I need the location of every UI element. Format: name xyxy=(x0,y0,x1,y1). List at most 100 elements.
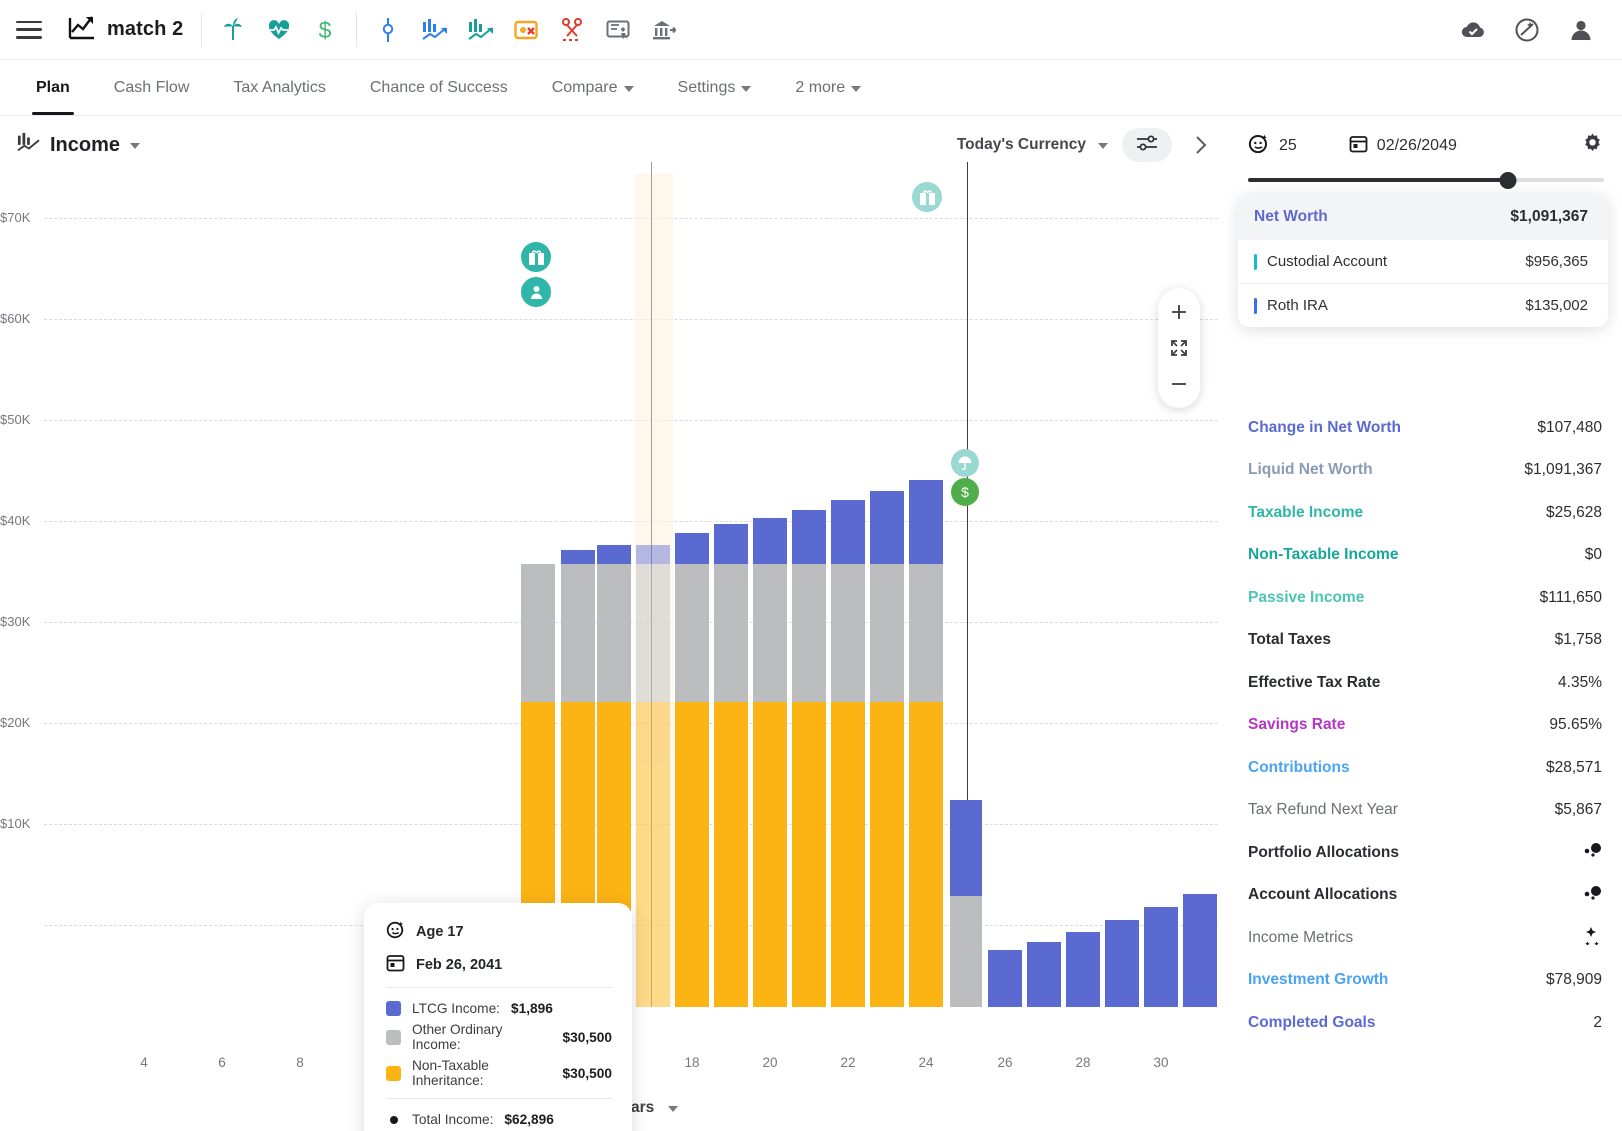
bar-age-27[interactable] xyxy=(1027,942,1061,1007)
event-marker-umbrella-age25[interactable] xyxy=(951,449,979,477)
metric-row-completed-goals[interactable]: Completed Goals 2 xyxy=(1248,1002,1602,1045)
tooltip-age-row: Age 17 xyxy=(386,920,612,944)
bubble-allocation-icon[interactable] xyxy=(1580,841,1602,864)
slider-handle[interactable] xyxy=(1499,172,1516,189)
chart-zoom-controls xyxy=(1158,288,1200,408)
bar-segment-ltcg xyxy=(792,510,826,564)
sidebar-date[interactable]: 02/26/2049 xyxy=(1349,134,1457,158)
timeline-slider[interactable] xyxy=(1248,172,1604,188)
metric-row-taxable-income[interactable]: Taxable Income $25,628 xyxy=(1248,492,1602,535)
bar-age-23[interactable] xyxy=(870,491,904,1007)
bar-chart-up-green-icon[interactable] xyxy=(467,17,493,43)
x-tick-label: 8 xyxy=(296,1055,304,1070)
bar-age-26[interactable] xyxy=(988,950,1022,1007)
sidebar-age-value: 25 xyxy=(1279,137,1297,155)
bar-segment-ltcg xyxy=(675,533,709,564)
bubble-allocation-icon[interactable] xyxy=(1580,884,1602,907)
event-marker-dollar-age25[interactable]: $ xyxy=(951,478,979,506)
metric-row-account-allocations[interactable]: Account Allocations xyxy=(1248,874,1602,917)
chart-filter-button[interactable] xyxy=(1122,128,1172,162)
tab-tax-analytics[interactable]: Tax Analytics xyxy=(211,60,347,115)
tab-compare[interactable]: Compare xyxy=(530,60,656,115)
tab-plan[interactable]: Plan xyxy=(14,60,92,115)
metric-row-non-taxable-income[interactable]: Non-Taxable Income $0 xyxy=(1248,534,1602,577)
zoom-out-button[interactable] xyxy=(1158,366,1200,402)
bar-age-21[interactable] xyxy=(792,510,826,1007)
metric-row-investment-growth[interactable]: Investment Growth $78,909 xyxy=(1248,959,1602,1002)
event-marker-gift-age14[interactable] xyxy=(521,242,551,272)
user-account-icon[interactable] xyxy=(1568,17,1594,43)
heartbeat-icon[interactable] xyxy=(266,17,292,43)
account-color-tick xyxy=(1254,298,1257,314)
bar-age-24[interactable] xyxy=(909,480,943,1007)
metric-row-change-in-net-worth[interactable]: Change in Net Worth $107,480 xyxy=(1248,407,1602,450)
x-tick-label: 20 xyxy=(762,1055,777,1070)
cloud-check-icon[interactable] xyxy=(1460,17,1486,43)
palm-tree-icon[interactable] xyxy=(220,17,246,43)
metric-row-income-metrics[interactable]: Income Metrics xyxy=(1248,917,1602,960)
topbar-right-actions xyxy=(1460,17,1594,43)
chevron-down-icon xyxy=(130,143,140,149)
currency-selector[interactable]: Today's Currency xyxy=(957,136,1108,154)
bar-age-19[interactable] xyxy=(714,524,748,1007)
magic-wand-icon[interactable] xyxy=(1514,17,1540,43)
account-row-custodial[interactable]: Custodial Account $956,365 xyxy=(1238,240,1608,283)
bar-age-20[interactable] xyxy=(753,518,787,1007)
bar-segment-ltcg xyxy=(1144,907,1178,1007)
bar-chart-icon xyxy=(16,132,40,159)
event-marker-child-age14[interactable] xyxy=(521,277,551,307)
tab-settings[interactable]: Settings xyxy=(656,60,774,115)
bar-segment-inheritance xyxy=(714,702,748,1007)
gear-icon[interactable] xyxy=(1581,132,1604,160)
net-worth-card: Net Worth $1,091,367 Custodial Account $… xyxy=(1238,194,1608,327)
bar-age-17[interactable] xyxy=(636,545,670,1007)
remove-event-icon[interactable] xyxy=(513,17,539,43)
scissors-icon[interactable] xyxy=(559,17,585,43)
bar-age-29[interactable] xyxy=(1105,920,1139,1007)
bar-age-28[interactable] xyxy=(1066,932,1100,1007)
metric-value: $0 xyxy=(1585,546,1602,564)
metric-row-passive-income[interactable]: Passive Income $111,650 xyxy=(1248,577,1602,620)
line-chart-logo-icon xyxy=(68,14,96,45)
sidebar-age[interactable]: 25 xyxy=(1248,133,1297,159)
metric-row-effective-tax-rate[interactable]: Effective Tax Rate 4.35% xyxy=(1248,662,1602,705)
tab-cash-flow[interactable]: Cash Flow xyxy=(92,60,212,115)
brand: match 2 xyxy=(68,14,183,45)
zoom-in-button[interactable] xyxy=(1158,294,1200,330)
fullscreen-expand-icon[interactable] xyxy=(1158,330,1200,366)
metric-row-portfolio-allocations[interactable]: Portfolio Allocations xyxy=(1248,832,1602,875)
sparkle-metrics-icon[interactable] xyxy=(1580,925,1602,950)
chart-metric-selector[interactable]: Income xyxy=(16,132,140,159)
sliders-icon xyxy=(1136,134,1158,157)
metric-value: $25,628 xyxy=(1546,504,1602,522)
bar-chart-up-blue-icon[interactable] xyxy=(421,17,447,43)
series-label: Other Ordinary Income: xyxy=(412,1022,552,1052)
certificate-icon[interactable] xyxy=(605,17,631,43)
bar-age-31[interactable] xyxy=(1183,894,1217,1007)
chevron-down-icon xyxy=(624,86,634,92)
metric-label: Contributions xyxy=(1248,759,1350,777)
metric-value: $1,091,367 xyxy=(1524,461,1602,479)
tab-more[interactable]: 2 more xyxy=(773,60,883,115)
metric-row-total-taxes[interactable]: Total Taxes $1,758 xyxy=(1248,619,1602,662)
bar-age-30[interactable] xyxy=(1144,907,1178,1007)
chart-next-button[interactable] xyxy=(1186,130,1216,160)
account-row-roth-ira[interactable]: Roth IRA $135,002 xyxy=(1238,283,1608,327)
bar-age-22[interactable] xyxy=(831,500,865,1007)
metric-row-contributions[interactable]: Contributions $28,571 xyxy=(1248,747,1602,790)
bar-age-25[interactable] xyxy=(950,800,982,1007)
bank-transfer-icon[interactable] xyxy=(651,17,677,43)
metric-label: Investment Growth xyxy=(1248,971,1388,989)
hamburger-menu-icon[interactable] xyxy=(16,21,42,39)
metric-row-savings-rate[interactable]: Savings Rate 95.65% xyxy=(1248,704,1602,747)
legend-swatch-ltcg xyxy=(386,1001,401,1016)
net-worth-header[interactable]: Net Worth $1,091,367 xyxy=(1238,194,1608,240)
metric-row-liquid-net-worth[interactable]: Liquid Net Worth $1,091,367 xyxy=(1248,449,1602,492)
metric-row-tax-refund-next-year[interactable]: Tax Refund Next Year $5,867 xyxy=(1248,789,1602,832)
dollar-sign-icon[interactable]: $ xyxy=(312,17,338,43)
tab-chance-of-success[interactable]: Chance of Success xyxy=(348,60,530,115)
bar-segment-ordinary xyxy=(561,564,595,702)
bar-age-18[interactable] xyxy=(675,533,709,1007)
pin-marker-icon[interactable] xyxy=(375,17,401,43)
event-marker-gift-age24[interactable] xyxy=(912,182,942,212)
